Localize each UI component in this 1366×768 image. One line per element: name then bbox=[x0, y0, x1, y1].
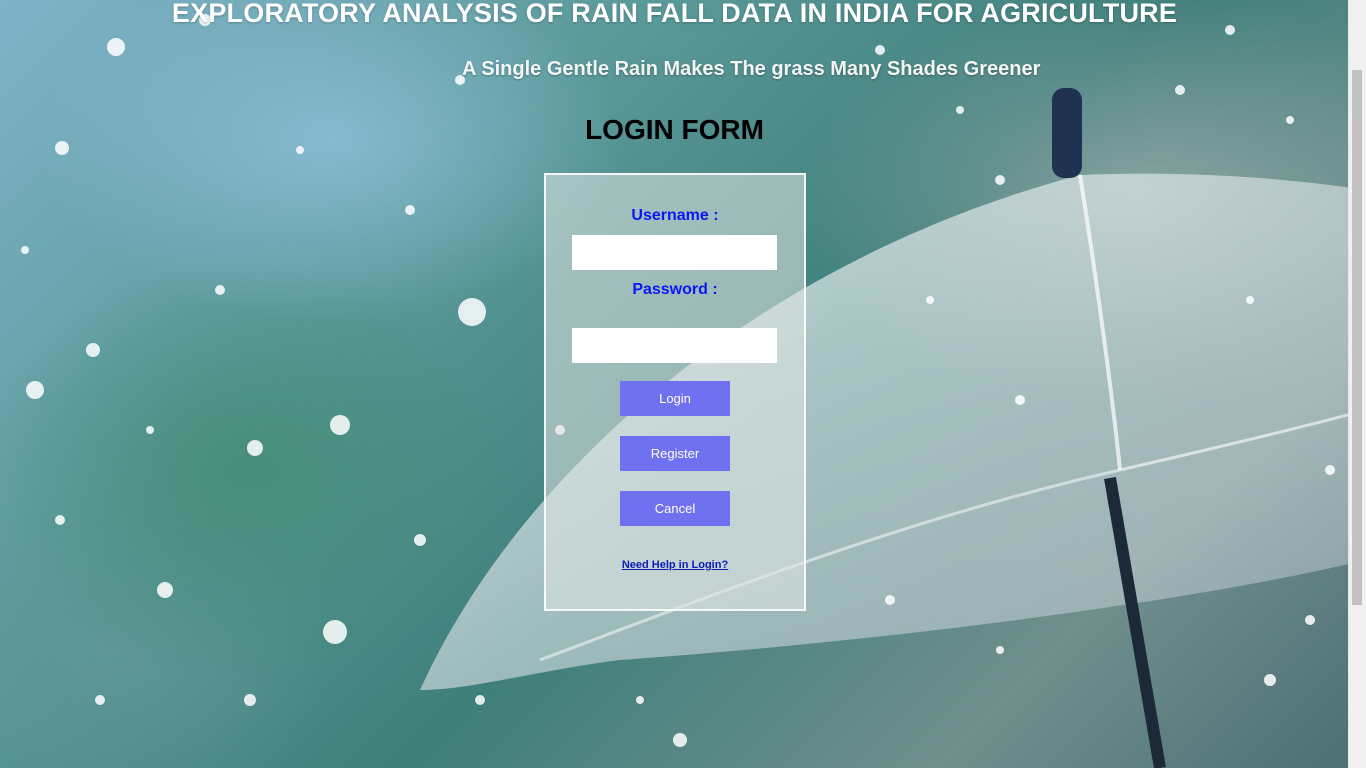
vertical-scrollbar[interactable] bbox=[1348, 0, 1366, 768]
login-button[interactable]: Login bbox=[620, 381, 730, 416]
scrollbar-thumb[interactable] bbox=[1352, 70, 1362, 605]
login-panel: Username : Password : Login Register Can… bbox=[544, 173, 806, 611]
username-field[interactable] bbox=[572, 235, 777, 270]
username-label: Username : bbox=[631, 207, 719, 224]
register-button[interactable]: Register bbox=[620, 436, 730, 471]
cancel-button[interactable]: Cancel bbox=[620, 491, 730, 526]
password-field[interactable] bbox=[572, 328, 777, 363]
login-form-title: LOGIN FORM bbox=[585, 114, 764, 145]
page-subtitle: A Single Gentle Rain Makes The grass Man… bbox=[462, 58, 1041, 80]
help-login-link[interactable]: Need Help in Login? bbox=[546, 559, 804, 571]
page-title: EXPLORATORY ANALYSIS OF RAIN FALL DATA I… bbox=[171, 0, 1178, 28]
password-label: Password : bbox=[632, 281, 718, 298]
